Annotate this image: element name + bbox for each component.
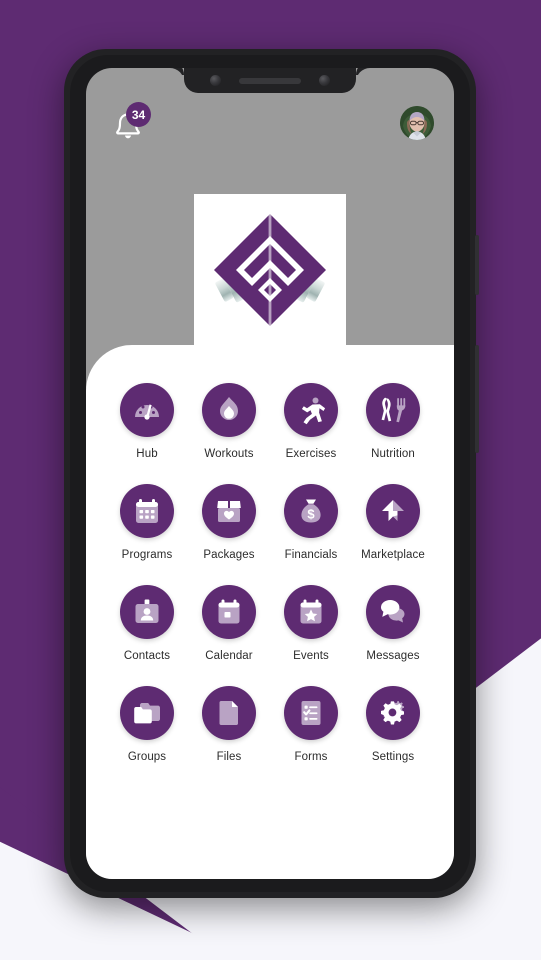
app-tile-label: Events [293, 650, 329, 662]
folders-icon [134, 703, 160, 724]
user-avatar[interactable] [400, 106, 434, 140]
arrow-flag-icon [382, 500, 404, 521]
app-tile-programs[interactable]: Programs [106, 484, 188, 561]
fork-knife-icon [381, 397, 406, 423]
app-tile-marketplace[interactable]: Marketplace [352, 484, 434, 561]
events-icon-circle [284, 585, 338, 639]
gears-icon [381, 701, 405, 725]
forms-icon-circle [284, 686, 338, 740]
earpiece-speaker-icon [239, 77, 301, 84]
app-tile-label: Forms [294, 751, 328, 763]
hub-icon-circle [120, 383, 174, 437]
camera-dot-icon [319, 75, 330, 86]
phone-screen: 34 Hub Workouts Exercises Nutrition Prog… [86, 68, 454, 879]
contacts-icon-circle [120, 585, 174, 639]
brand-logo-card [194, 194, 346, 346]
app-grid: Hub Workouts Exercises Nutrition Program… [106, 383, 434, 763]
app-tile-label: Settings [371, 751, 415, 763]
app-tile-label: Hub [136, 448, 158, 460]
app-tile-label: Financials [284, 549, 338, 561]
app-launcher-panel: Hub Workouts Exercises Nutrition Program… [86, 345, 454, 879]
app-tile-packages[interactable]: Packages [188, 484, 270, 561]
app-tile-contacts[interactable]: Contacts [106, 585, 188, 662]
calendar-star-icon [300, 599, 322, 624]
app-tile-label: Marketplace [361, 549, 425, 561]
app-tile-label: Nutrition [371, 448, 415, 460]
app-tile-settings[interactable]: Settings [352, 686, 434, 763]
app-tile-events[interactable]: Events [270, 585, 352, 662]
workouts-icon-circle [202, 383, 256, 437]
camera-dot-icon [210, 75, 221, 86]
app-tile-label: Calendar [205, 650, 253, 662]
financials-icon-circle: $ [284, 484, 338, 538]
app-tile-label: Contacts [123, 650, 171, 662]
app-tile-label: Files [216, 751, 242, 763]
app-tile-hub[interactable]: Hub [106, 383, 188, 460]
app-tile-label: Messages [366, 650, 420, 662]
svg-text:$: $ [307, 507, 315, 522]
app-tile-messages[interactable]: Messages [352, 585, 434, 662]
app-tile-calendar[interactable]: Calendar [188, 585, 270, 662]
app-tile-forms[interactable]: Forms [270, 686, 352, 763]
document-icon [219, 701, 238, 725]
box-heart-icon [217, 501, 241, 522]
running-person-icon [301, 397, 326, 425]
gauge-icon [135, 404, 159, 420]
calendar-icon-circle [202, 585, 256, 639]
notification-badge: 34 [126, 102, 151, 127]
app-tile-workouts[interactable]: Workouts [188, 383, 270, 460]
calendar-grid-icon [136, 499, 158, 523]
app-tile-label: Programs [121, 549, 173, 561]
files-icon-circle [202, 686, 256, 740]
packages-icon-circle [202, 484, 256, 538]
marketplace-icon-circle [366, 484, 420, 538]
app-tile-label: Exercises [285, 448, 337, 460]
app-tile-exercises[interactable]: Exercises [270, 383, 352, 460]
app-tile-files[interactable]: Files [188, 686, 270, 763]
avatar-photo-icon [400, 106, 434, 140]
app-tile-groups[interactable]: Groups [106, 686, 188, 763]
chat-bubbles-icon [381, 600, 405, 623]
diamond-barbell-logo-icon [214, 214, 326, 326]
diamond-mark [214, 214, 326, 326]
app-tile-label: Packages [203, 549, 255, 561]
volume-button[interactable] [475, 345, 479, 453]
flame-icon [220, 397, 238, 420]
app-tile-financials[interactable]: $ Financials [270, 484, 352, 561]
calendar-icon [218, 599, 240, 624]
app-tile-label: Workouts [204, 448, 254, 460]
id-badge-icon [135, 599, 159, 623]
app-tile-label: Groups [127, 751, 167, 763]
settings-icon-circle [366, 686, 420, 740]
programs-icon-circle [120, 484, 174, 538]
messages-icon-circle [366, 585, 420, 639]
notifications-button[interactable]: 34 [108, 102, 151, 146]
nutrition-icon-circle [366, 383, 420, 437]
checklist-icon [301, 701, 321, 725]
exercises-icon-circle [284, 383, 338, 437]
power-button[interactable] [475, 235, 479, 295]
phone-device-frame: 34 Hub Workouts Exercises Nutrition Prog… [64, 49, 479, 898]
groups-icon-circle [120, 686, 174, 740]
money-bag-icon: $ [301, 499, 321, 523]
app-tile-nutrition[interactable]: Nutrition [352, 383, 434, 460]
phone-notch [184, 68, 356, 93]
app-top-bar: 34 [86, 94, 454, 186]
